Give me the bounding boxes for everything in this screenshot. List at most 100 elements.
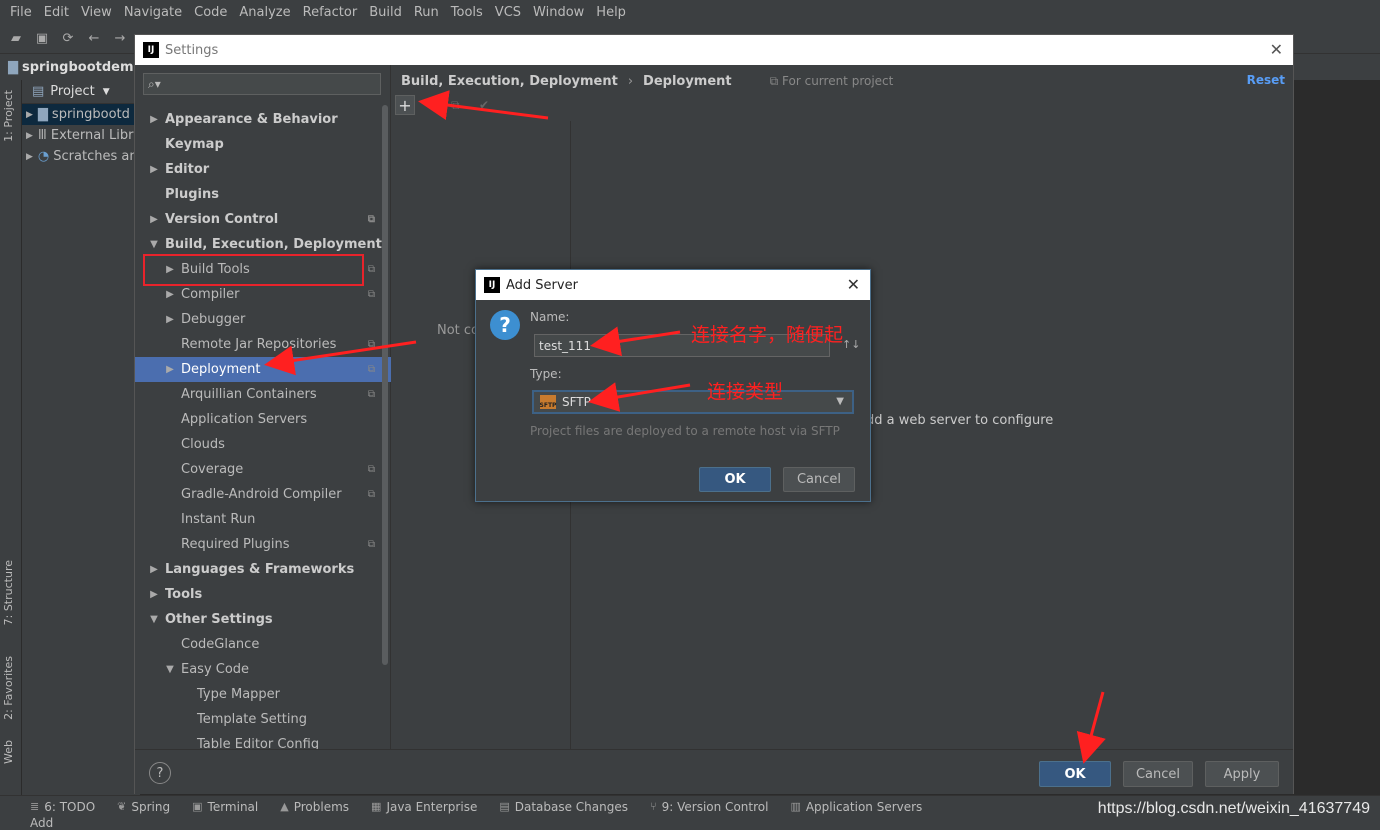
name-annotation: 连接名字，随便起	[691, 324, 844, 346]
tree-node-deployment[interactable]: ▶ Deployment ⧉	[135, 357, 391, 382]
project-scope-icon: ⧉	[367, 389, 375, 400]
type-annotation: 连接类型	[707, 381, 784, 403]
tree-item-project[interactable]: ▶ ▇ springbootd	[22, 104, 140, 125]
expand-icon[interactable]: ▶	[26, 110, 33, 120]
expand-icon[interactable]: ▶	[26, 131, 33, 141]
tree-node-remote-jar-repositories[interactable]: Remote Jar Repositories ⧉	[135, 332, 391, 357]
bottom-tab-database-changes[interactable]: ▤ Database Changes	[499, 800, 628, 814]
tree-node-plugins[interactable]: Plugins	[135, 182, 391, 207]
bottom-tab-application-servers[interactable]: ▥ Application Servers	[790, 800, 922, 814]
tree-node-clouds[interactable]: Clouds	[135, 432, 391, 457]
project-breadcrumb[interactable]: springbootdemo	[22, 60, 142, 75]
tree-node-gradle-android-compiler[interactable]: Gradle-Android Compiler ⧉	[135, 482, 391, 507]
project-scope-icon: ⧉	[367, 214, 375, 225]
sftp-icon: SFTP	[540, 395, 556, 409]
project-panel-header[interactable]: ▤ Project ▼	[22, 80, 140, 104]
bottom-tab-9-version-control[interactable]: ⑂ 9: Version Control	[650, 800, 768, 814]
ok-button[interactable]: OK	[1039, 761, 1111, 787]
chevron-down-icon[interactable]: ▼	[163, 664, 177, 675]
menu-item-edit[interactable]: Edit	[38, 5, 75, 20]
sync-icon[interactable]: ⟳	[58, 29, 78, 49]
apply-button[interactable]: Apply	[1205, 761, 1279, 787]
close-icon[interactable]: ✕	[847, 275, 860, 294]
tree-node-instant-run[interactable]: Instant Run	[135, 507, 391, 532]
favorites-tool-tab[interactable]: 2: Favorites	[2, 656, 15, 720]
menu-item-view[interactable]: View	[75, 5, 118, 20]
type-select[interactable]: SFTP SFTP ▼	[532, 390, 854, 414]
add-server-cancel-button[interactable]: Cancel	[783, 467, 855, 492]
scratches-icon: ◔	[37, 149, 50, 164]
chevron-down-icon: ▼	[102, 86, 110, 97]
tree-node-appearance-behavior[interactable]: ▶ Appearance & Behavior	[135, 107, 391, 132]
add-server-ok-button[interactable]: OK	[699, 467, 771, 492]
menu-bar: File Edit View Navigate Code Analyze Refactor B…	[0, 0, 1380, 24]
save-icon[interactable]: ▣	[32, 29, 52, 49]
tree-node-version-control[interactable]: ▶ Version Control ⧉	[135, 207, 391, 232]
forward-icon[interactable]: →	[110, 29, 130, 49]
structure-tool-tab[interactable]: 7: Structure	[2, 560, 15, 625]
menu-item-navigate[interactable]: Navigate	[118, 5, 188, 20]
chevron-right-icon[interactable]: ▶	[163, 289, 177, 300]
tree-node-template-setting[interactable]: Template Setting	[135, 707, 391, 732]
add-web-server-hint: dd a web server to configure	[866, 413, 1054, 428]
tree-node-editor[interactable]: ▶ Editor	[135, 157, 391, 182]
tree-node-type-mapper[interactable]: Type Mapper	[135, 682, 391, 707]
menu-item-file[interactable]: File	[4, 5, 38, 20]
breadcrumb-parent[interactable]: Build, Execution, Deployment	[401, 74, 618, 89]
project-scope-icon: ⧉	[367, 489, 375, 500]
bottom-tab-6-todo[interactable]: ≣ 6: TODO	[30, 800, 95, 814]
tree-node-debugger[interactable]: ▶ Debugger	[135, 307, 391, 332]
intellij-logo-icon: IJ	[143, 42, 159, 58]
chevron-down-icon[interactable]: ▼	[147, 239, 161, 250]
menu-item-vcs[interactable]: VCS	[489, 5, 527, 20]
bottom-tab-java-enterprise[interactable]: ▦ Java Enterprise	[371, 800, 477, 814]
tree-node-coverage[interactable]: Coverage ⧉	[135, 457, 391, 482]
bottom-tab-terminal[interactable]: ▣ Terminal	[192, 800, 258, 814]
menu-item-tools[interactable]: Tools	[445, 5, 489, 20]
open-folder-icon[interactable]: ▰	[6, 29, 26, 49]
tree-node-required-plugins[interactable]: Required Plugins ⧉	[135, 532, 391, 557]
cancel-button[interactable]: Cancel	[1123, 761, 1193, 787]
help-button[interactable]: ?	[149, 762, 171, 784]
tree-scrollbar[interactable]	[382, 105, 388, 665]
type-label: Type:	[530, 367, 562, 381]
chevron-down-icon[interactable]: ▼	[147, 614, 161, 625]
chevron-right-icon[interactable]: ▶	[147, 564, 161, 575]
menu-item-analyze[interactable]: Analyze	[233, 5, 296, 20]
tree-node-tools[interactable]: ▶ Tools	[135, 582, 391, 607]
bottom-tab-spring[interactable]: ❦ Spring	[117, 800, 170, 814]
menu-item-build[interactable]: Build	[363, 5, 408, 20]
tree-node-application-servers[interactable]: Application Servers	[135, 407, 391, 432]
bottom-tab-problems[interactable]: ▲ Problems	[280, 800, 349, 814]
chevron-right-icon[interactable]: ▶	[147, 164, 161, 175]
close-icon[interactable]: ✕	[1270, 40, 1283, 59]
chevron-right-icon[interactable]: ▶	[147, 114, 161, 125]
tool-window-icon: ▥	[790, 800, 801, 813]
tree-node-codeglance[interactable]: CodeGlance	[135, 632, 391, 657]
copy-icon: ⧉	[451, 98, 460, 112]
expand-icon[interactable]: ▶	[26, 152, 33, 162]
menu-item-code[interactable]: Code	[188, 5, 233, 20]
back-icon[interactable]: ←	[84, 29, 104, 49]
project-tool-tab[interactable]: 1: Project	[2, 90, 15, 142]
tree-node-other-settings[interactable]: ▼ Other Settings	[135, 607, 391, 632]
add-server-button[interactable]: +	[395, 95, 415, 115]
reset-link[interactable]: Reset	[1247, 73, 1285, 87]
settings-search-input[interactable]: ⌕▾	[143, 73, 381, 95]
chevron-right-icon[interactable]: ▶	[147, 214, 161, 225]
tree-node-languages-frameworks[interactable]: ▶ Languages & Frameworks	[135, 557, 391, 582]
tree-node-arquillian-containers[interactable]: Arquillian Containers ⧉	[135, 382, 391, 407]
sort-icon[interactable]: ↑↓	[842, 338, 860, 351]
chevron-right-icon[interactable]: ▶	[163, 364, 177, 375]
tree-node-easy-code[interactable]: ▼ Easy Code	[135, 657, 391, 682]
menu-item-run[interactable]: Run	[408, 5, 445, 20]
tree-item-external-libraries[interactable]: ▶ Ⅲ External Libr	[22, 125, 140, 146]
chevron-right-icon[interactable]: ▶	[163, 314, 177, 325]
menu-item-help[interactable]: Help	[590, 5, 632, 20]
menu-item-refactor[interactable]: Refactor	[297, 5, 364, 20]
tree-node-keymap[interactable]: Keymap	[135, 132, 391, 157]
chevron-right-icon[interactable]: ▶	[147, 589, 161, 600]
menu-item-window[interactable]: Window	[527, 5, 590, 20]
tree-item-scratches[interactable]: ▶ ◔ Scratches an	[22, 146, 140, 167]
web-tool-tab[interactable]: Web	[2, 740, 15, 764]
